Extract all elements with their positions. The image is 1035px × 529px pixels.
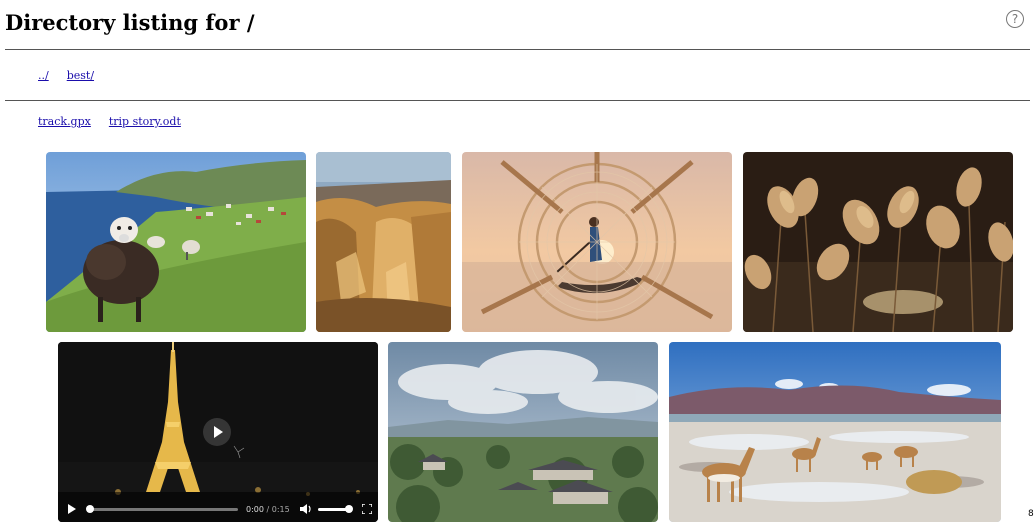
gallery-image-japan-town[interactable] [388,342,658,522]
volume-handle[interactable] [344,504,353,513]
seek-bar[interactable] [86,504,238,513]
play-overlay-button[interactable] [203,418,231,446]
page-title: Directory listing for / [5,10,255,35]
video-time: 0:00 / 0:15 [246,505,290,514]
play-icon[interactable] [68,504,76,514]
seek-handle[interactable] [86,504,94,513]
fullscreen-icon[interactable] [361,504,372,514]
volume-slider[interactable] [317,504,353,513]
gallery-image-reeds[interactable] [743,152,1013,332]
divider [5,49,1030,50]
file-list: track.gpx trip story.odt [38,115,181,128]
page-number: 8 [1028,509,1034,519]
duration: 0:15 [271,504,290,514]
gallery-image-canyon[interactable] [316,152,451,332]
file-link-track-gpx[interactable]: track.gpx [38,115,91,128]
directory-list: ../ best/ [38,69,94,82]
file-link-trip-story[interactable]: trip story.odt [109,115,181,128]
directory-link-best[interactable]: best/ [67,69,94,82]
divider [5,100,1030,101]
time-separator: / [263,504,272,514]
help-icon[interactable]: ? [1006,10,1024,28]
gallery-video-eiffel[interactable]: 0:00 / 0:15 [58,342,378,522]
gallery-image-sheep[interactable] [46,152,306,332]
gallery-image-vicunas[interactable] [669,342,1001,522]
volume-icon[interactable] [299,504,312,514]
gallery-image-fisherman[interactable] [462,152,732,332]
parent-directory-link[interactable]: ../ [38,69,49,82]
video-controls: 0:00 / 0:15 [58,496,378,522]
current-time: 0:00 [246,504,264,514]
